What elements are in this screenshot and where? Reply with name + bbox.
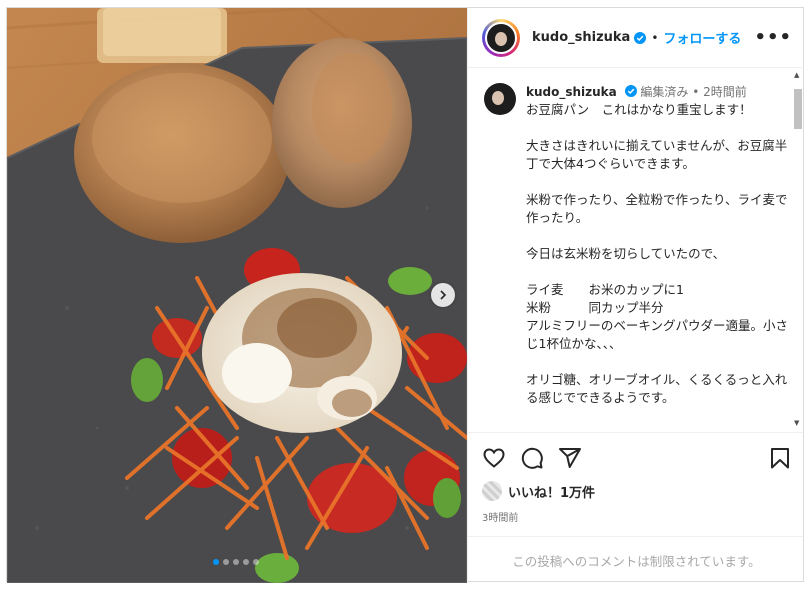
chevron-right-icon [440, 290, 447, 300]
carousel-dot [243, 559, 249, 565]
comment-icon[interactable] [520, 446, 544, 470]
carousel-dot [213, 559, 219, 565]
carousel-dot [253, 559, 259, 565]
caption-row: kudo_shizuka 編集済み • 2時間前 お豆腐パン これはかなり重宝し… [468, 69, 805, 407]
post-side-panel: kudo_shizuka • フォローする ••• kudo_shizuka 編… [467, 8, 805, 583]
caption-text: お豆腐パン これはかなり重宝します！ 大きさはきれいに揃えていませんが、お豆腐半… [526, 102, 789, 405]
more-options-button[interactable]: ••• [754, 27, 792, 48]
post-timestamp: 3時間前 [482, 513, 519, 524]
liker-avatar [482, 481, 502, 501]
carousel-dot [223, 559, 229, 565]
caption-meta: kudo_shizuka 編集済み • 2時間前 [526, 83, 789, 101]
scroll-up-arrow-icon[interactable]: ▲ [794, 71, 799, 79]
post-photo[interactable] [7, 8, 467, 583]
likes-count[interactable]: いいね！1万件 [482, 481, 791, 501]
caption-separator: • [692, 85, 700, 99]
food-image [7, 8, 467, 583]
carousel-next-button[interactable] [431, 283, 455, 307]
post-actions: いいね！1万件 3時間前 [468, 432, 805, 524]
caption-avatar[interactable] [484, 83, 516, 115]
follow-button[interactable]: フォローする [663, 28, 741, 47]
comments-disabled-notice: この投稿へのコメントは制限されています。 [468, 536, 805, 583]
scroll-down-arrow-icon[interactable]: ▼ [794, 419, 799, 427]
edited-label: 編集済み [640, 85, 689, 99]
post-dialog: kudo_shizuka • フォローする ••• kudo_shizuka 編… [6, 7, 805, 583]
caption-body: kudo_shizuka 編集済み • 2時間前 お豆腐パン これはかなり重宝し… [526, 83, 789, 407]
bookmark-icon[interactable] [769, 446, 791, 470]
heart-icon[interactable] [482, 446, 506, 470]
post-header: kudo_shizuka • フォローする ••• [468, 8, 804, 68]
verified-badge-icon [624, 85, 637, 97]
scroll-thumb[interactable] [794, 89, 802, 129]
likes-text: いいね！1万件 [508, 485, 596, 501]
username-link[interactable]: kudo_shizuka [532, 30, 630, 45]
verified-badge-icon [634, 31, 647, 44]
header-separator: • [651, 30, 659, 45]
carousel-dot [233, 559, 239, 565]
caption-scroll-area[interactable]: kudo_shizuka 編集済み • 2時間前 お豆腐パン これはかなり重宝し… [468, 69, 805, 431]
caption-scrollbar[interactable]: ▲ ▼ [793, 71, 803, 427]
caption-username-link[interactable]: kudo_shizuka [526, 85, 617, 99]
share-icon[interactable] [558, 446, 582, 470]
carousel-indicator [213, 559, 259, 565]
avatar-image [485, 21, 517, 54]
comments-disabled-text: この投稿へのコメントは制限されています。 [512, 553, 761, 569]
profile-avatar[interactable] [482, 18, 520, 57]
caption-time: 2時間前 [703, 85, 747, 99]
